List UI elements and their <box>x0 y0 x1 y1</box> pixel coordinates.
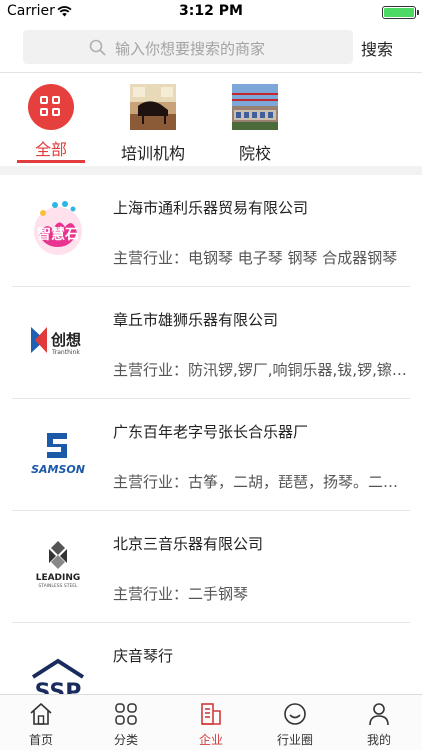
screen: Carrier 3:12 PM 输入你想要搜索的商家 搜索 全部 培训机构 院校… <box>0 0 422 750</box>
logo-text: 创想 <box>50 331 81 349</box>
tab-company[interactable]: 企业 <box>181 701 241 748</box>
category-tab-schools[interactable]: 院校 <box>220 84 290 164</box>
tab-industry-circle[interactable]: 行业圈 <box>265 701 325 748</box>
logo-subtext: Tranthink <box>51 349 80 356</box>
header-divider <box>0 72 422 73</box>
logo-subtext: STAINLESS STEEL <box>38 583 78 589</box>
battery-icon <box>382 6 419 19</box>
tab-label: 我的 <box>366 733 391 747</box>
home-icon <box>30 703 52 725</box>
company-list: 智慧石 上海市通利乐器贸易有限公司 主营行业：电钢琴 电子琴 钢琴 合成器钢琴 … <box>0 175 422 694</box>
company-name: 北京三音乐器有限公司 <box>113 535 264 553</box>
status-bar: Carrier 3:12 PM <box>0 0 422 24</box>
tab-category[interactable]: 分类 <box>96 701 156 748</box>
category-icon <box>115 703 137 725</box>
ssp-logo-icon: SSP <box>31 658 85 694</box>
logo-text: LEADING <box>36 573 81 583</box>
profile-icon <box>369 703 389 726</box>
tab-label: 行业圈 <box>276 733 313 747</box>
category-label: 全部 <box>34 140 67 159</box>
company-name: 上海市通利乐器贸易有限公司 <box>113 199 309 217</box>
company-row[interactable]: LEADING STAINLESS STEEL 北京三音乐器有限公司 主营行业：… <box>0 511 422 623</box>
leading-logo-icon: LEADING STAINLESS STEEL <box>36 541 81 589</box>
circle-icon <box>284 703 306 725</box>
search-button[interactable]: 搜索 <box>356 36 398 60</box>
clock: 3:12 PM <box>179 3 243 19</box>
tab-profile[interactable]: 我的 <box>349 701 409 748</box>
search-input[interactable]: 输入你想要搜索的商家 <box>23 30 353 64</box>
company-name: 章丘市雄狮乐器有限公司 <box>113 311 279 329</box>
logo-text: SSP <box>35 680 82 694</box>
logo-text: SAMSON <box>31 463 85 476</box>
bottom-tab-bar: 首页 分类 企业 行业圈 我的 <box>0 694 422 750</box>
category-label: 培训机构 <box>120 144 185 163</box>
company-name: 广东百年老字号张长合乐器厂 <box>113 423 309 441</box>
zhiqin-shi-logo-icon: 智慧石 <box>34 201 82 255</box>
search-icon <box>89 39 106 56</box>
category-label: 院校 <box>238 144 271 163</box>
training-room-image <box>130 84 176 130</box>
tab-label: 分类 <box>113 733 138 747</box>
company-row[interactable]: 智慧石 上海市通利乐器贸易有限公司 主营行业：电钢琴 电子琴 钢琴 合成器钢琴 <box>0 175 422 287</box>
company-name: 庆音琴行 <box>113 647 174 665</box>
active-tab-indicator <box>17 160 85 163</box>
school-building-image <box>232 84 278 130</box>
company-business: 主营行业：二手钢琴 <box>113 585 249 603</box>
tab-home[interactable]: 首页 <box>11 701 71 748</box>
search-placeholder: 输入你想要搜索的商家 <box>115 40 266 58</box>
company-icon <box>201 703 221 725</box>
tab-label: 首页 <box>28 733 53 747</box>
category-tab-all[interactable]: 全部 <box>16 84 86 164</box>
tab-label: 企业 <box>198 733 223 747</box>
svg-text:智慧石: 智慧石 <box>36 226 79 243</box>
samson-logo-icon: SAMSON <box>31 433 85 476</box>
category-tab-training[interactable]: 培训机构 <box>118 84 188 164</box>
company-row[interactable]: SAMSON 广东百年老字号张长合乐器厂 主营行业：古筝，二胡，琵琶，扬琴。二胡… <box>0 399 422 511</box>
company-business: 主营行业：电钢琴 电子琴 钢琴 合成器钢琴 <box>113 249 398 267</box>
company-row[interactable]: 创想 Tranthink 章丘市雄狮乐器有限公司 主营行业：防汛锣,锣厂,响铜乐… <box>0 287 422 399</box>
tranthink-logo-icon: 创想 Tranthink <box>31 327 81 356</box>
grid-icon <box>28 84 74 130</box>
company-row[interactable]: SSP 庆音琴行 <box>0 623 422 694</box>
section-gap <box>0 166 422 175</box>
company-business: 主营行业：古筝，二胡，琵琶，扬琴。二胡厂家 <box>113 473 409 491</box>
company-business: 主营行业：防汛锣,锣厂,响铜乐器,钹,锣,镲,打击乐器 <box>113 361 409 379</box>
